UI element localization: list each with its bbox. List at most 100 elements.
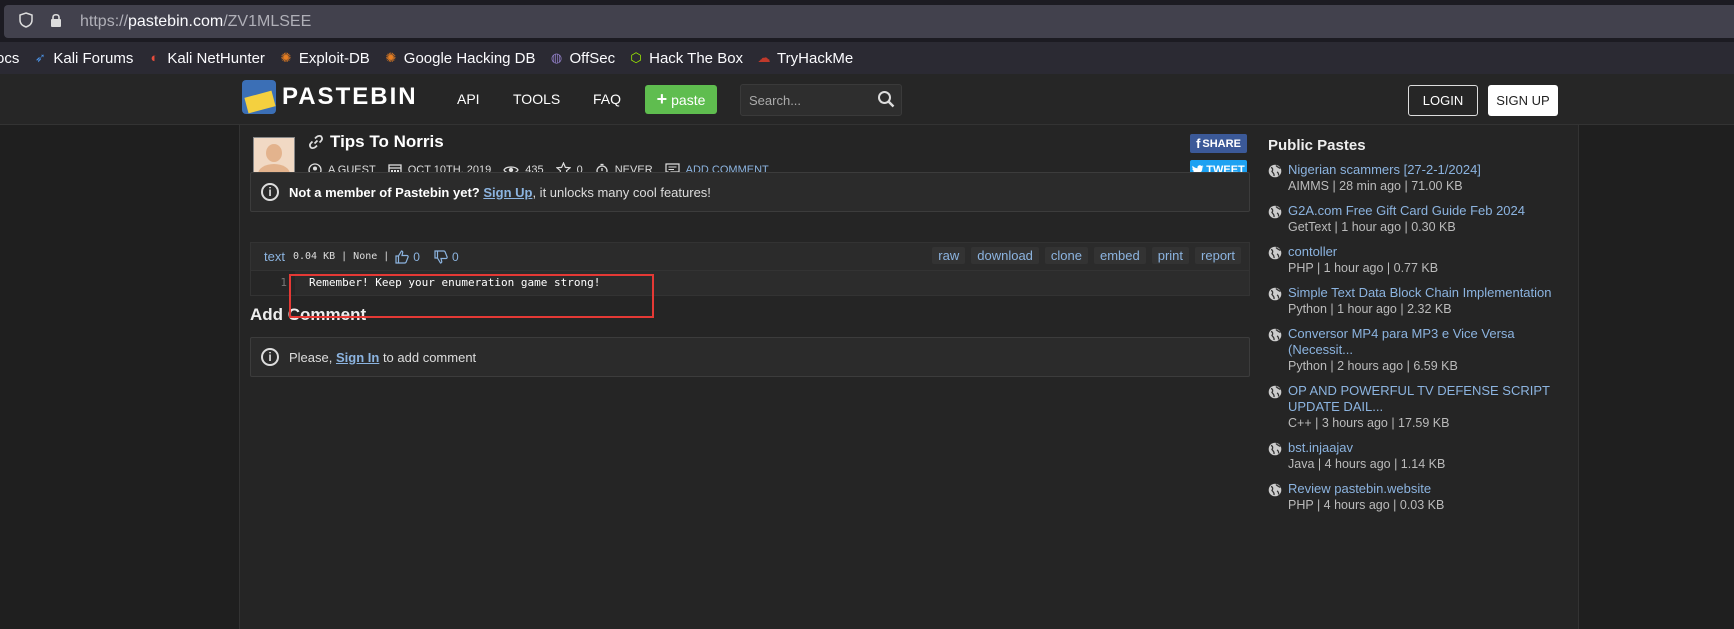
public-paste-item: Simple Text Data Block Chain Implementat… <box>1268 285 1568 317</box>
thumbs-up-icon <box>395 249 410 264</box>
notice-rest-text: , it unlocks many cool features! <box>532 184 711 200</box>
bookmark-exploit-db[interactable]: ✺ Exploit-DB <box>279 49 370 67</box>
facebook-share-button[interactable]: f SHARE <box>1190 134 1247 153</box>
bookmark-hack-the-box[interactable]: ⬡ Hack The Box <box>629 50 743 67</box>
print-button[interactable]: print <box>1151 247 1190 264</box>
public-paste-item: bst.injaajav Java | 4 hours ago | 1.14 K… <box>1268 440 1568 472</box>
hack-the-box-icon: ⬡ <box>630 50 642 65</box>
bookmark-label: ocs <box>0 49 20 67</box>
signup-button[interactable]: SIGN UP <box>1488 85 1558 116</box>
comment-suffix: to add comment <box>379 349 477 365</box>
public-paste-meta: PHP | 4 hours ago | 0.03 KB <box>1288 498 1445 512</box>
public-paste-item: Review pastebin.website PHP | 4 hours ag… <box>1268 481 1568 513</box>
bookmark-offsec[interactable]: ◍ OffSec <box>550 49 616 67</box>
info-icon: i <box>261 183 279 201</box>
globe-icon <box>1268 287 1282 301</box>
bookmark-label: Kali NetHunter <box>167 49 265 67</box>
login-button[interactable]: LOGIN <box>1408 85 1478 116</box>
public-paste-meta: AIMMS | 28 min ago | 71.00 KB <box>1288 179 1463 193</box>
public-paste-item: Conversor MP4 para MP3 e Vice Versa (Nec… <box>1268 326 1568 374</box>
public-paste-item: G2A.com Free Gift Card Guide Feb 2024 Ge… <box>1268 203 1568 235</box>
signin-link[interactable]: Sign In <box>336 350 379 365</box>
globe-icon <box>1268 483 1282 497</box>
public-paste-item: OP AND POWERFUL TV DEFENSE SCRIPT UPDATE… <box>1268 383 1568 431</box>
comment-prefix: Please, <box>289 349 336 365</box>
bookmark-label: Exploit-DB <box>298 49 370 67</box>
public-paste-title[interactable]: G2A.com Free Gift Card Guide Feb 2024 <box>1288 203 1568 219</box>
paste-title-text: Tips To Norris <box>330 132 444 151</box>
public-paste-title[interactable]: Conversor MP4 para MP3 e Vice Versa (Nec… <box>1288 326 1568 358</box>
bookmark-label: OffSec <box>569 49 616 67</box>
shield-icon[interactable] <box>18 11 34 32</box>
public-pastes-sidebar: Public Pastes Nigerian scammers [27-2-1/… <box>1268 137 1568 522</box>
bookmark-tryhackme[interactable]: ☁ TryHackMe <box>757 50 854 67</box>
ghdb-icon: ✺ <box>385 50 397 65</box>
public-paste-item: contoller PHP | 1 hour ago | 0.77 KB <box>1268 244 1568 276</box>
comment-signin-notice: i Please, Sign In to add comment <box>250 337 1250 377</box>
plus-icon: + <box>656 89 668 109</box>
offsec-icon: ◍ <box>550 50 563 65</box>
clone-button[interactable]: clone <box>1044 247 1088 264</box>
bookmark-label: Google Hacking DB <box>403 49 536 67</box>
url-path: /ZV1MLSEE <box>223 12 312 30</box>
globe-icon <box>1268 328 1282 342</box>
site-header: PASTEBIN API TOOLS FAQ +paste LOGIN SIGN… <box>0 74 1734 125</box>
nav-tools[interactable]: TOOLS <box>513 91 560 107</box>
bookmark-google-hacking-db[interactable]: ✺ Google Hacking DB <box>384 49 536 67</box>
report-button[interactable]: report <box>1195 247 1241 264</box>
search-icon[interactable] <box>877 90 895 108</box>
public-paste-title[interactable]: Simple Text Data Block Chain Implementat… <box>1288 285 1568 301</box>
address-bar[interactable]: https://pastebin.com/ZV1MLSEE <box>4 5 1734 38</box>
paste-title: Tips To Norris <box>308 132 444 152</box>
bookmark-kali-nethunter[interactable]: ◐ Kali NetHunter <box>147 49 265 67</box>
public-paste-meta: Python | 1 hour ago | 2.32 KB <box>1288 302 1452 316</box>
pastebin-logo-icon <box>242 80 276 114</box>
public-paste-title[interactable]: Nigerian scammers [27-2-1/2024] <box>1288 162 1568 178</box>
kali-dragon-icon: ➶ <box>34 50 46 65</box>
download-button[interactable]: download <box>971 247 1039 264</box>
public-pastes-heading: Public Pastes <box>1268 137 1366 154</box>
url-scheme: https:// <box>80 12 129 30</box>
bookmark-label: Kali Forums <box>53 49 134 67</box>
new-paste-button[interactable]: + paste <box>645 85 717 114</box>
url-host: pastebin.com <box>128 12 224 30</box>
globe-icon <box>1268 246 1282 260</box>
public-paste-title[interactable]: bst.injaajav <box>1288 440 1568 456</box>
public-paste-meta: C++ | 3 hours ago | 17.59 KB <box>1288 416 1450 430</box>
syntax-link[interactable]: text <box>264 249 285 264</box>
annotation-highlight-box <box>289 274 654 318</box>
embed-button[interactable]: embed <box>1093 247 1146 264</box>
nav-faq[interactable]: FAQ <box>593 91 621 107</box>
nav-api[interactable]: API <box>457 91 480 107</box>
main-content: Tips To Norris A GUEST OCT 10TH, 2019 43… <box>239 125 1579 629</box>
tryhackme-icon: ☁ <box>757 50 771 65</box>
bookmark-docs[interactable]: ocs <box>0 50 19 67</box>
pastebin-logo[interactable]: PASTEBIN <box>242 80 418 114</box>
facebook-icon: f <box>1196 136 1201 151</box>
signup-link[interactable]: Sign Up <box>483 185 532 200</box>
raw-button[interactable]: raw <box>932 247 966 264</box>
dislike-count: 0 <box>451 249 459 264</box>
globe-icon <box>1268 442 1282 456</box>
exploit-db-icon: ✺ <box>280 50 292 65</box>
paste-size-info: 0.04 KB | None | <box>292 251 390 262</box>
url-text[interactable]: https://pastebin.com/ZV1MLSEE <box>80 13 311 31</box>
globe-icon <box>1268 164 1282 178</box>
line-number: 1 <box>280 276 287 289</box>
nethunter-icon: ◐ <box>150 50 159 65</box>
search-input[interactable] <box>747 90 871 110</box>
search-box <box>740 84 902 116</box>
lock-icon[interactable] <box>48 12 64 32</box>
dislike-button[interactable]: 0 <box>434 250 459 264</box>
public-paste-title[interactable]: contoller <box>1288 244 1568 260</box>
logo-text: PASTEBIN <box>282 83 418 110</box>
bookmarks-bar: ocs ➶ Kali Forums ◐ Kali NetHunter ✺ Exploi… <box>0 42 1734 74</box>
browser-toolbar: https://pastebin.com/ZV1MLSEE <box>0 0 1734 42</box>
bookmark-kali-forums[interactable]: ➶ Kali Forums <box>33 50 133 67</box>
public-paste-meta: PHP | 1 hour ago | 0.77 KB <box>1288 261 1439 275</box>
public-paste-item: Nigerian scammers [27-2-1/2024] AIMMS | … <box>1268 162 1568 194</box>
like-button[interactable]: 0 <box>395 250 420 264</box>
public-paste-title[interactable]: Review pastebin.website <box>1288 481 1568 497</box>
public-paste-title[interactable]: OP AND POWERFUL TV DEFENSE SCRIPT UPDATE… <box>1288 383 1568 415</box>
public-paste-meta: GetText | 1 hour ago | 0.30 KB <box>1288 220 1456 234</box>
